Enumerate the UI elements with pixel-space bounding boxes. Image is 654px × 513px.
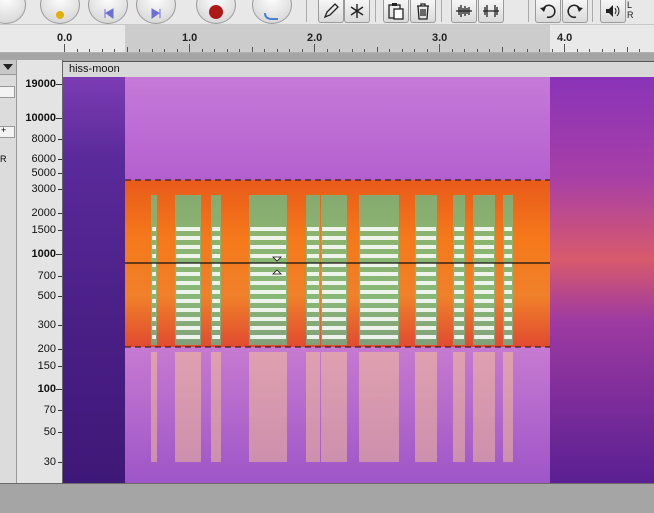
track-title-bar[interactable]: hiss-moon bbox=[63, 61, 654, 78]
frequency-label: 70 bbox=[43, 404, 56, 416]
frequency-label: 19000 bbox=[25, 78, 56, 90]
record-icon bbox=[209, 5, 223, 19]
ruler-label: 4.0 bbox=[557, 32, 573, 44]
frequency-label: 1000 bbox=[31, 248, 56, 260]
meter-label: L R bbox=[627, 0, 634, 20]
ruler-label: 1.0 bbox=[182, 32, 198, 44]
pan-plus-label: + bbox=[1, 125, 7, 135]
undo-icon bbox=[540, 4, 556, 19]
skip-end-icon bbox=[151, 8, 161, 19]
frequency-label: 300 bbox=[37, 319, 56, 331]
gain-slider[interactable] bbox=[0, 86, 15, 98]
track-name: hiss-moon bbox=[69, 63, 120, 75]
skip-start-icon bbox=[104, 8, 114, 19]
ruler-label: 2.0 bbox=[307, 32, 323, 44]
track-control-panel: + R bbox=[0, 60, 17, 483]
redo-icon bbox=[567, 4, 583, 19]
frequency-label: 700 bbox=[37, 270, 56, 282]
frequency-label: 1500 bbox=[31, 224, 56, 236]
frequency-label: 2000 bbox=[31, 207, 56, 219]
frequency-label: 10000 bbox=[25, 112, 56, 124]
loop-icon bbox=[264, 12, 278, 20]
paste-button[interactable] bbox=[383, 0, 409, 23]
record-button[interactable] bbox=[196, 0, 236, 24]
frequency-label: 200 bbox=[37, 343, 56, 355]
play-icon bbox=[56, 11, 64, 19]
frequency-label: 5000 bbox=[31, 167, 56, 179]
multi-tool[interactable] bbox=[344, 0, 370, 23]
silence-button[interactable] bbox=[478, 0, 504, 23]
frequency-label: 8000 bbox=[31, 133, 56, 145]
frequency-label: 6000 bbox=[31, 153, 56, 165]
frequency-label: 150 bbox=[37, 360, 56, 372]
trim-audio-icon bbox=[456, 5, 472, 17]
skip-end-button[interactable] bbox=[136, 0, 176, 24]
toolbar: L R bbox=[0, 0, 654, 25]
pause-button[interactable] bbox=[0, 0, 26, 24]
redo-button[interactable] bbox=[562, 0, 588, 23]
loop-button[interactable] bbox=[252, 0, 292, 24]
empty-track-area[interactable] bbox=[0, 483, 654, 513]
clipboard-icon bbox=[388, 3, 404, 20]
dropdown-arrow-icon bbox=[3, 64, 13, 70]
frequency-ruler[interactable]: 19000 10000 8000 6000 5000 3000 2000 1500 1000 70… bbox=[17, 60, 63, 483]
frequency-label: 50 bbox=[43, 426, 56, 438]
skip-start-button[interactable] bbox=[88, 0, 128, 24]
play-button[interactable] bbox=[40, 0, 80, 24]
undo-button[interactable] bbox=[535, 0, 561, 23]
trash-icon bbox=[417, 3, 429, 20]
speaker-icon bbox=[606, 5, 620, 17]
frequency-label: 100 bbox=[37, 383, 56, 395]
spectrogram-view[interactable] bbox=[63, 77, 654, 483]
silence-audio-icon bbox=[483, 5, 499, 17]
draw-tool[interactable] bbox=[318, 0, 344, 23]
delete-button[interactable] bbox=[410, 0, 436, 23]
frequency-label: 30 bbox=[43, 456, 56, 468]
pencil-icon bbox=[323, 3, 339, 19]
frequency-label: 500 bbox=[37, 290, 56, 302]
pan-right-label: R bbox=[0, 154, 7, 164]
volume-button[interactable] bbox=[600, 0, 626, 23]
trim-button[interactable] bbox=[451, 0, 477, 23]
frequency-label: 3000 bbox=[31, 183, 56, 195]
timeline-ruler[interactable]: 0.0 1.0 2.0 3.0 4.0 bbox=[0, 25, 654, 53]
ruler-label: 3.0 bbox=[432, 32, 448, 44]
asterisk-icon bbox=[350, 4, 364, 18]
ruler-label: 0.0 bbox=[57, 32, 73, 44]
track-menu-button[interactable] bbox=[0, 60, 16, 75]
